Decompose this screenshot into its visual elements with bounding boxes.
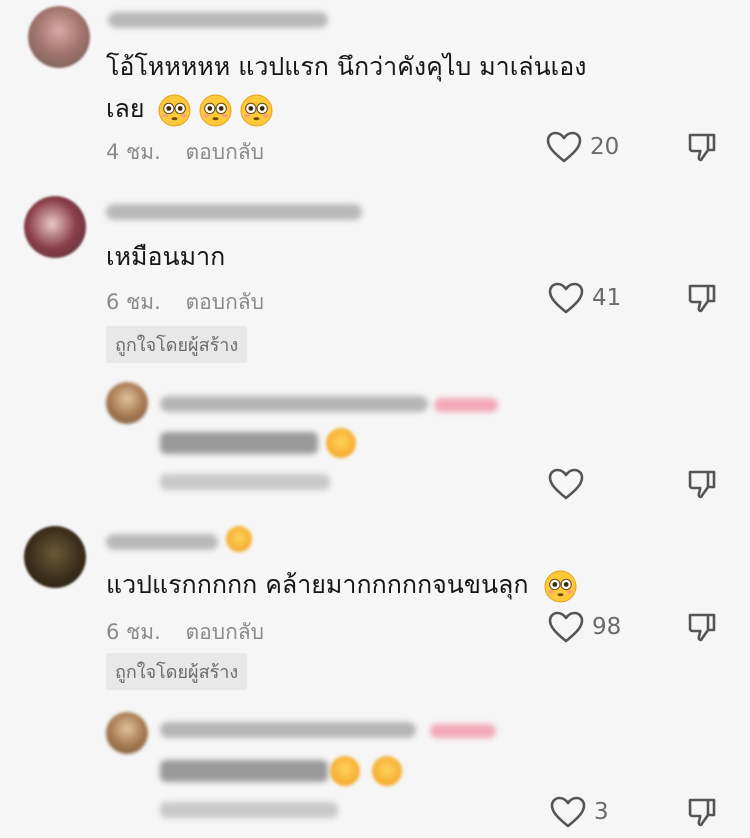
thumbs-down-icon [686,611,718,643]
comment-text-line1: แวปแรกกกกก คล้ายมากกกกกจนขนลุก [106,570,529,599]
reply-button[interactable]: ตอบกลับ [186,140,265,164]
like-count: 41 [592,285,622,311]
reply-button[interactable]: ตอบกลับ [186,290,265,314]
heart-icon [548,282,584,314]
reply-text-blurred [160,760,328,782]
thumbs-down-icon [686,796,718,828]
avatar[interactable] [24,526,86,588]
timestamp: 4 ชม. [106,140,161,164]
thumbs-down-icon [686,468,718,500]
avatar[interactable] [28,6,90,68]
reply-text-blurred [160,432,318,454]
heart-icon [550,796,586,828]
thumbs-down-icon [686,282,718,314]
username-blurred[interactable] [108,12,328,28]
dislike-button[interactable] [686,468,718,504]
flushed-face-icon [544,570,577,603]
dislike-button[interactable] [686,282,718,318]
heart-icon [546,131,582,163]
flushed-face-icon [199,94,232,127]
flushed-face-icon [240,94,273,127]
like-count: 98 [592,614,622,640]
comment-text-line2: เลย [106,94,145,123]
thumbs-down-icon [686,131,718,163]
emoji-icon [330,756,360,786]
avatar[interactable] [106,712,148,754]
like-count: 20 [590,134,620,160]
emoji-icon [326,428,356,458]
like-button[interactable]: 41 [548,282,621,314]
comment-text: แวปแรกกกกก คล้ายมากกกกกจนขนลุก [106,564,577,606]
comment-meta: 6 ชม. ตอบกลับ [106,286,264,319]
comment-text: โอ้โหหหหห แวปแรก นึกว่าคังคุไบ มาเล่นเอง… [106,46,586,130]
comment-text: เหมือนมาก [106,242,226,271]
like-button[interactable]: 3 [550,796,609,828]
liked-by-creator-badge: ถูกใจโดยผู้สร้าง [106,653,248,690]
dislike-button[interactable] [686,131,718,167]
like-button[interactable] [548,468,592,500]
comment-meta: 6 ชม. ตอบกลับ [106,616,264,649]
emoji-icon [372,756,402,786]
emoji-icon [226,526,252,552]
dislike-button[interactable] [686,611,718,647]
heart-icon [548,611,584,643]
avatar[interactable] [106,382,148,424]
username-blurred[interactable] [160,396,428,412]
timestamp: 6 ชม. [106,620,161,644]
heart-icon [548,468,584,500]
username-blurred[interactable] [106,534,218,550]
liked-by-creator-badge: ถูกใจโดยผู้สร้าง [106,326,248,363]
flushed-face-icon [158,94,191,127]
like-count: 3 [594,799,609,825]
comment-meta: 4 ชม. ตอบกลับ [106,136,264,169]
comment-text-line1: โอ้โหหหหห แวปแรก นึกว่าคังคุไบ มาเล่นเอง [106,52,587,81]
username-blurred[interactable] [160,722,416,738]
dislike-button[interactable] [686,796,718,832]
timestamp: 6 ชม. [106,290,161,314]
like-button[interactable]: 98 [548,611,621,643]
avatar[interactable] [24,196,86,258]
creator-tag-blurred [434,398,498,412]
username-blurred[interactable] [106,204,362,220]
reply-button[interactable]: ตอบกลับ [186,620,265,644]
like-button[interactable]: 20 [546,131,619,163]
reply-meta-blurred [160,474,330,490]
reply-meta-blurred [160,802,338,818]
creator-tag-blurred [430,724,496,738]
